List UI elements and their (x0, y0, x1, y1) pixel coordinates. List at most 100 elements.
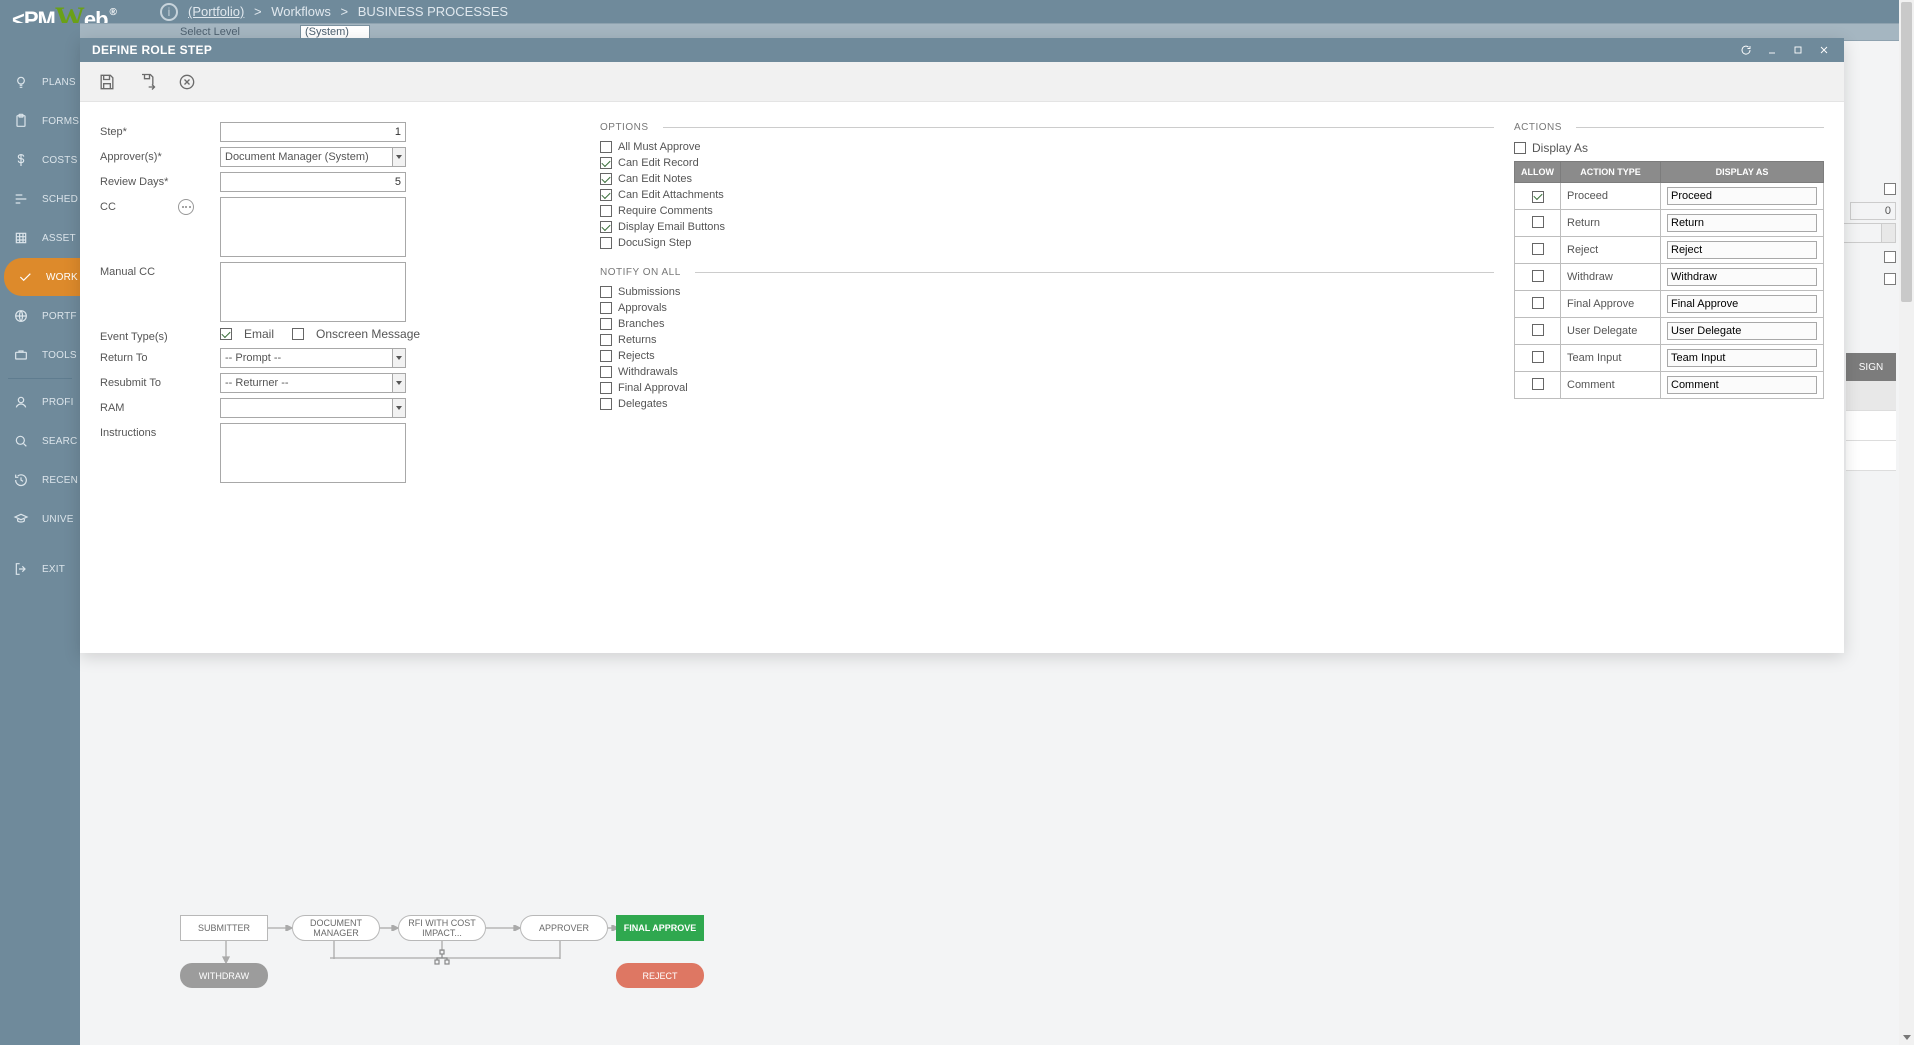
breadcrumb-workflows[interactable]: Workflows (271, 4, 331, 19)
option-checkbox[interactable] (600, 221, 612, 233)
save-icon[interactable] (96, 71, 118, 93)
display-as-input[interactable] (1667, 214, 1817, 232)
instructions-textarea[interactable] (220, 423, 406, 483)
allow-checkbox[interactable] (1532, 216, 1544, 228)
info-icon[interactable]: i (160, 3, 178, 21)
bg-checkbox[interactable] (1884, 273, 1896, 285)
notify-checkbox[interactable] (600, 366, 612, 378)
breadcrumb-portfolio[interactable]: (Portfolio) (188, 4, 244, 19)
option-checkbox[interactable] (600, 157, 612, 169)
bg-checkbox[interactable] (1884, 251, 1896, 263)
notify-checkbox[interactable] (600, 382, 612, 394)
email-checkbox[interactable] (220, 328, 232, 340)
manual-cc-textarea[interactable] (220, 262, 406, 322)
save-arrow-icon[interactable] (136, 71, 158, 93)
notify-checkbox[interactable] (600, 318, 612, 330)
notify-checkbox[interactable] (600, 398, 612, 410)
wf-node-approver[interactable]: APPROVER (520, 915, 608, 941)
display-as-input[interactable] (1667, 376, 1817, 394)
step-input[interactable] (220, 122, 406, 142)
cc-browse-button[interactable] (178, 199, 194, 215)
step-label: Step* (100, 122, 220, 138)
notify-checkbox[interactable] (600, 334, 612, 346)
level-select[interactable]: (System) (300, 25, 370, 39)
wf-node-submitter[interactable]: SUBMITTER (180, 915, 268, 941)
display-as-input[interactable] (1667, 241, 1817, 259)
instructions-label: Instructions (100, 423, 220, 439)
wf-node-reject[interactable]: REJECT (616, 963, 704, 988)
sidebar-item-label: PLANS (42, 77, 76, 88)
display-as-input[interactable] (1667, 349, 1817, 367)
allow-checkbox[interactable] (1532, 191, 1544, 203)
bg-right-band: SIGN (1846, 353, 1896, 471)
wf-node-withdraw[interactable]: WITHDRAW (180, 963, 268, 988)
allow-checkbox[interactable] (1532, 378, 1544, 390)
sidebar-item-plans[interactable]: PLANS (0, 63, 80, 101)
th-type: ACTION TYPE (1561, 162, 1661, 183)
wf-node-final-approve[interactable]: FINAL APPROVE (616, 915, 704, 941)
sidebar-item-exit[interactable]: EXIT (0, 550, 80, 588)
notify-label: Branches (618, 318, 664, 330)
cc-textarea[interactable] (220, 197, 406, 257)
sidebar-item-searc[interactable]: SEARC (0, 422, 80, 460)
maximize-icon[interactable] (1790, 42, 1806, 58)
approvers-dropdown[interactable]: Document Manager (System) (220, 147, 406, 167)
ram-dropdown[interactable] (220, 398, 406, 418)
action-type: Reject (1561, 237, 1661, 264)
return-to-dropdown[interactable]: -- Prompt -- (220, 348, 406, 368)
option-checkbox[interactable] (600, 205, 612, 217)
close-icon[interactable] (1816, 42, 1832, 58)
notify-row: Approvals (600, 302, 1494, 314)
notify-checkbox[interactable] (600, 350, 612, 362)
resubmit-to-dropdown[interactable]: -- Returner -- (220, 373, 406, 393)
sidebar-item-work[interactable]: WORK (4, 258, 80, 296)
option-checkbox[interactable] (600, 173, 612, 185)
option-checkbox[interactable] (600, 237, 612, 249)
display-as-input[interactable] (1667, 268, 1817, 286)
notify-checkbox[interactable] (600, 286, 612, 298)
sidebar-item-costs[interactable]: COSTS (0, 141, 80, 179)
band-row (1846, 411, 1896, 441)
display-as-input[interactable] (1667, 295, 1817, 313)
sidebar-item-asset[interactable]: ASSET (0, 219, 80, 257)
outer-scrollbar[interactable] (1899, 0, 1914, 1045)
th-allow: ALLOW (1515, 162, 1561, 183)
onscreen-checkbox[interactable] (292, 328, 304, 340)
review-days-label: Review Days* (100, 172, 220, 188)
notify-checkbox[interactable] (600, 302, 612, 314)
display-as-input[interactable] (1667, 187, 1817, 205)
option-checkbox[interactable] (600, 141, 612, 153)
allow-checkbox[interactable] (1532, 297, 1544, 309)
review-days-input[interactable] (220, 172, 406, 192)
sidebar-item-tools[interactable]: TOOLS (0, 336, 80, 374)
sidebar-item-forms[interactable]: FORMS (0, 102, 80, 140)
sidebar-item-profi[interactable]: PROFI (0, 383, 80, 421)
allow-checkbox[interactable] (1532, 270, 1544, 282)
sidebar-item-label: SCHED (42, 194, 78, 205)
scroll-thumb[interactable] (1901, 2, 1912, 302)
display-as-checkbox[interactable] (1514, 142, 1526, 154)
event-types-label: Event Type(s) (100, 327, 220, 343)
scroll-down-icon[interactable] (1899, 1030, 1914, 1045)
bg-dropdown[interactable] (1840, 223, 1896, 243)
allow-checkbox[interactable] (1532, 324, 1544, 336)
sidebar-item-portf[interactable]: PORTF (0, 297, 80, 335)
sidebar: PLANS FORMS COSTS SCHED ASSET WORK PORTF… (0, 23, 80, 1045)
bg-checkbox[interactable] (1884, 183, 1896, 195)
action-type: Return (1561, 210, 1661, 237)
wf-node-docmgr[interactable]: DOCUMENT MANAGER (292, 915, 380, 941)
sidebar-item-recen[interactable]: RECEN (0, 461, 80, 499)
wf-node-rfi[interactable]: RFI WITH COST IMPACT... (398, 915, 486, 941)
breadcrumb-bp: BUSINESS PROCESSES (358, 4, 508, 19)
cancel-icon[interactable] (176, 71, 198, 93)
allow-checkbox[interactable] (1532, 351, 1544, 363)
option-checkbox[interactable] (600, 189, 612, 201)
minimize-icon[interactable] (1764, 42, 1780, 58)
sidebar-item-unive[interactable]: UNIVE (0, 500, 80, 538)
user-icon (12, 393, 30, 411)
sidebar-item-sched[interactable]: SCHED (0, 180, 80, 218)
allow-checkbox[interactable] (1532, 243, 1544, 255)
display-as-input[interactable] (1667, 322, 1817, 340)
chevron-down-icon (392, 373, 406, 393)
refresh-icon[interactable] (1738, 42, 1754, 58)
